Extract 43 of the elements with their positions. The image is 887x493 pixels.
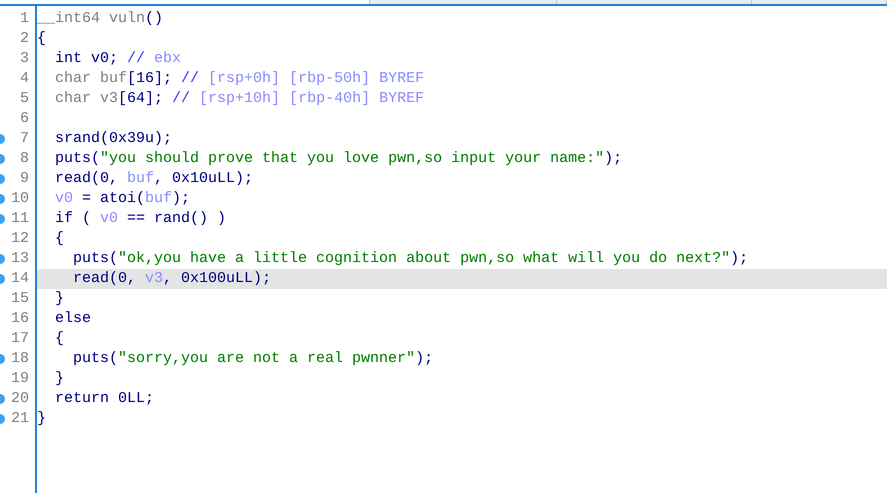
line-number: 4 xyxy=(20,69,29,89)
code-line: char v3[64]; // [rsp+10h] [rbp-40h] BYREF xyxy=(54,89,426,109)
code-line: { xyxy=(54,229,66,249)
code-line: read(0, buf, 0x10uLL); xyxy=(54,169,254,189)
line-number: 20 xyxy=(10,389,29,409)
line-number: 2 xyxy=(20,29,29,49)
code-line: int v0; // ebx xyxy=(54,49,182,69)
line-number: 11 xyxy=(10,209,29,229)
code-line: v0 = atoi(buf); xyxy=(54,189,192,209)
line-number: 1 xyxy=(20,9,29,29)
tab[interactable] xyxy=(557,0,752,4)
code-line: puts("sorry,you are not a real pwnner"); xyxy=(72,349,434,369)
line-number: 13 xyxy=(10,249,29,269)
line-number: 8 xyxy=(20,149,29,169)
line-number: 7 xyxy=(20,129,29,149)
line-number: 14 xyxy=(10,269,29,289)
code-line: } xyxy=(54,289,66,309)
tab[interactable] xyxy=(370,0,557,4)
line-number: 3 xyxy=(20,49,29,69)
code-line: puts("you should prove that you love pwn,so input your name:"); xyxy=(54,149,624,169)
line-number: 17 xyxy=(10,329,29,349)
code-line: char buf[16]; // [rsp+0h] [rbp-50h] BYREF xyxy=(54,69,426,89)
line-number: 21 xyxy=(10,409,29,429)
line-number: 12 xyxy=(10,229,29,249)
code-line: else xyxy=(54,309,92,329)
line-number: 9 xyxy=(20,169,29,189)
code-line: srand(0x39u); xyxy=(54,129,174,149)
code-line: { xyxy=(37,29,48,49)
code-line: } xyxy=(54,369,66,389)
code-line: } xyxy=(37,409,48,429)
tab[interactable] xyxy=(752,0,887,4)
line-number: 15 xyxy=(10,289,29,309)
line-number: 19 xyxy=(10,369,29,389)
code-line: return 0LL; xyxy=(54,389,156,409)
line-number: 10 xyxy=(10,189,29,209)
line-number: 5 xyxy=(20,89,29,109)
code-line: __int64 vuln() xyxy=(37,9,164,29)
code-line: if ( v0 == rand() ) xyxy=(54,209,228,229)
line-number: 6 xyxy=(20,109,29,129)
code-line: { xyxy=(54,329,66,349)
code-line: puts("ok,you have a little cognition about pwn,so what will you do next?"); xyxy=(72,249,750,269)
line-number: 16 xyxy=(10,309,29,329)
line-number: 18 xyxy=(10,349,29,369)
